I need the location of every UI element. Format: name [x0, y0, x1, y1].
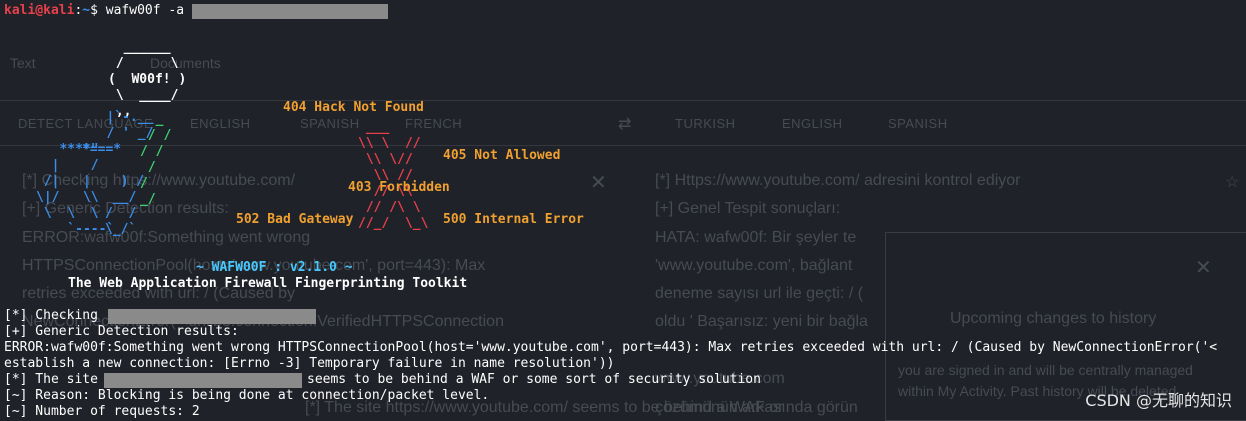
firewall-x-art: ___ \\ \ // \\ \// \\ // // \\ // /\ \ /… [358, 120, 429, 231]
label-502: 502 Bad Gateway [236, 212, 354, 227]
background-dst-line-0: [*] Https://www.youtube.com/ adresini ko… [655, 172, 1021, 189]
background-history-line-1: you are signed in and will be centrally … [898, 362, 1193, 378]
output-line-reason: [~] Reason: Blocking is being done at co… [4, 388, 490, 403]
dog-leash-art: _ / / / / / / _/ [140, 112, 172, 207]
label-404: 404 Hack Not Found [283, 100, 424, 115]
output-line-error-cont: establish a new connection: [Errno -3] T… [4, 356, 615, 371]
background-star-icon: ☆ [1225, 174, 1240, 191]
dog-body-art: ) / __/ / / \_/` [105, 174, 145, 237]
label-403: 403 Forbidden [348, 180, 450, 195]
background-dst-line-3: 'www.youtube.com', bağlant [655, 257, 853, 274]
background-clear-icon: ✕ [590, 172, 607, 194]
logo-bubble-1: / \ [108, 56, 179, 71]
background-src-lang-2: SPANISH [300, 116, 360, 131]
redacted-url [192, 4, 388, 19]
background-src-lang-1: ENGLISH [190, 116, 251, 131]
dog-collar: *===* [82, 142, 122, 157]
background-divider [0, 100, 1246, 101]
prompt-line: kali@kali:~$ wafw00f -a [4, 3, 184, 19]
output-line-requests: [~] Number of requests: 2 [4, 404, 200, 419]
tagline: The Web Application Firewall Fingerprint… [68, 276, 468, 291]
output-line-site-suffix: seems to be behind a WAF or some sort of… [307, 372, 761, 387]
output-line-error: ERROR:wafw00f:Something went wrong HTTPS… [4, 340, 1218, 355]
prompt-path: ~ [82, 3, 91, 18]
logo-bubble-3: \ ____/ [108, 88, 179, 103]
background-dst-line-4: deneme sayısı url ile geçti: / ( [655, 285, 864, 302]
output-line-site-prefix: [*] The site [4, 372, 98, 387]
background-close-icon: ✕ [1195, 257, 1212, 279]
label-500: 500 Internal Error [443, 212, 584, 227]
prompt-command: wafw00f -a [105, 3, 185, 18]
background-history-title: Upcoming changes to history [950, 310, 1157, 327]
background-swap-icon: ⇄ [618, 116, 632, 133]
logo-bubble-2: ( W00f! ) [108, 72, 187, 87]
background-tab-text: Text [10, 55, 36, 71]
csdn-watermark: CSDN @无聊的知识 [1085, 391, 1232, 410]
output-line-generic: [+] Generic Detection results: [4, 324, 239, 339]
background-dst-line-5: oldu ' Başarısız: yeni bir bağla [655, 313, 868, 330]
background-dst-line-1: [+] Genel Tespit sonuçları: [655, 200, 841, 217]
redacted-checking-url [108, 309, 316, 324]
output-line-checking: [*] Checking [4, 308, 98, 323]
background-divider-2 [0, 145, 1246, 146]
background-dst-lang-0: TURKISH [675, 116, 736, 131]
logo-bubble-0: ______ [108, 40, 171, 55]
label-405: 405 Not Allowed [443, 148, 561, 163]
version-label: ~ WAFW00F : v2.1.0 ~ [196, 260, 353, 275]
prompt-symbol: $ [90, 3, 98, 18]
background-dst-line-2: HATA: wafw00f: Bir şeyler te [655, 229, 857, 246]
redacted-site-url [104, 373, 302, 388]
background-dst-line-7: çözümünün arkasında görün [655, 399, 858, 416]
background-dst-lang-1: ENGLISH [782, 116, 843, 131]
prompt-user: kali@kali [4, 3, 75, 18]
background-dst-lang-2: SPANISH [888, 116, 948, 131]
